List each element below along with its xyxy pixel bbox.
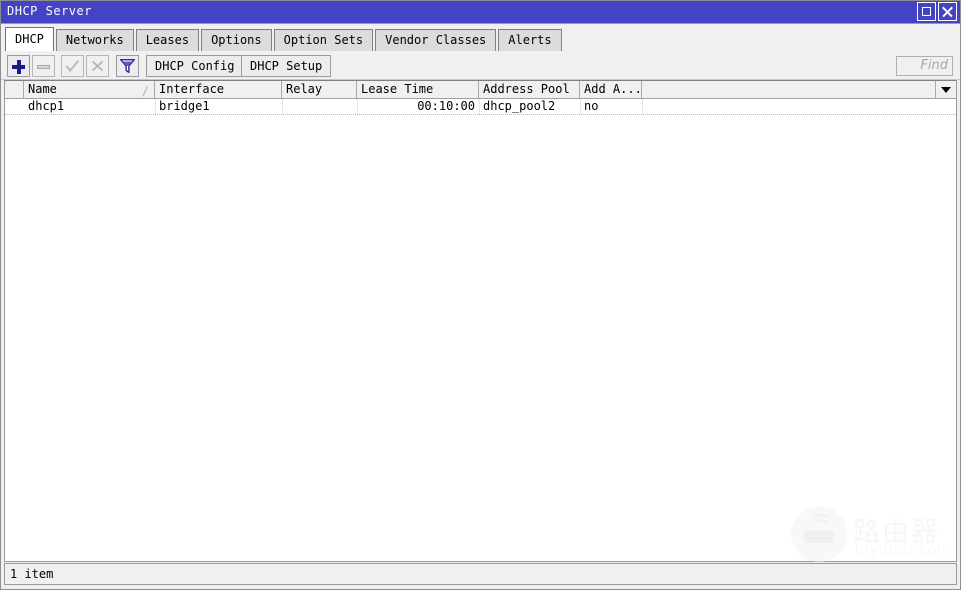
- table-header-row: Name / Interface Relay Lease Time Addres…: [5, 81, 956, 99]
- cell-add-arp: no: [584, 99, 599, 113]
- column-header-name-label: Name: [28, 82, 57, 96]
- tab-networks[interactable]: Networks: [55, 29, 134, 51]
- column-header-relay[interactable]: Relay: [282, 81, 357, 98]
- search-input[interactable]: Find: [896, 56, 953, 76]
- table-row[interactable]: dhcp1 bridge1 00:10:00 dhcp_pool2 no: [5, 99, 956, 115]
- tab-option-sets-label: Option Sets: [283, 33, 364, 47]
- tab-leases[interactable]: Leases: [135, 29, 200, 51]
- tab-alerts-label: Alerts: [508, 33, 552, 47]
- column-header-lease-time[interactable]: Lease Time: [357, 81, 479, 98]
- cell-address-pool: dhcp_pool2: [483, 99, 556, 113]
- row-separator: [5, 114, 956, 115]
- tab-vendor-classes-label: Vendor Classes: [385, 33, 487, 47]
- column-header-add-arp[interactable]: Add A...: [580, 81, 642, 98]
- window-controls: [917, 2, 957, 21]
- tab-list: DHCP Networks Leases Options Option Sets…: [5, 27, 564, 51]
- plus-icon: [8, 56, 29, 76]
- tab-alerts[interactable]: Alerts: [498, 29, 562, 51]
- cell-relay: [282, 99, 357, 115]
- tab-dhcp[interactable]: DHCP: [5, 27, 54, 51]
- maximize-icon: [922, 7, 931, 16]
- chevron-down-icon: [941, 87, 951, 93]
- tab-leases-label: Leases: [145, 33, 190, 47]
- check-icon: [65, 59, 80, 73]
- filter-button[interactable]: [116, 55, 139, 77]
- dhcp-server-window: DHCP Server DHCP Networks Leases Options…: [0, 0, 961, 590]
- column-header-address-pool[interactable]: Address Pool: [479, 81, 580, 98]
- table-body: dhcp1 bridge1 00:10:00 dhcp_pool2 no: [5, 99, 956, 115]
- tab-networks-label: Networks: [65, 33, 124, 47]
- tab-dhcp-label: DHCP: [15, 32, 44, 46]
- sort-ascending-icon: /: [141, 84, 149, 98]
- dhcp-server-table: Name / Interface Relay Lease Time Addres…: [4, 80, 957, 562]
- column-header-interface[interactable]: Interface: [155, 81, 282, 98]
- window-title: DHCP Server: [7, 4, 92, 18]
- cell-lease-time: 00:10:00: [417, 99, 475, 113]
- enable-button[interactable]: [61, 55, 84, 77]
- maximize-button[interactable]: [917, 2, 936, 21]
- remove-button[interactable]: [32, 55, 55, 77]
- toolbar: DHCP Config DHCP Setup Find: [0, 52, 961, 80]
- row-selector-header: [5, 81, 24, 98]
- dhcp-setup-button[interactable]: DHCP Setup: [241, 55, 332, 77]
- column-header-name[interactable]: Name /: [24, 81, 155, 98]
- dhcp-config-button[interactable]: DHCP Config: [146, 55, 244, 77]
- tab-options-label: Options: [211, 33, 262, 47]
- column-menu-button[interactable]: [935, 81, 956, 98]
- tab-option-sets[interactable]: Option Sets: [273, 29, 374, 51]
- cell-interface: bridge1: [159, 99, 210, 113]
- disable-button[interactable]: [86, 55, 109, 77]
- status-bar: 1 item: [4, 563, 957, 585]
- tab-strip: DHCP Networks Leases Options Option Sets…: [0, 24, 961, 52]
- minus-icon: [33, 56, 54, 76]
- column-header-filler: [642, 81, 935, 98]
- close-button[interactable]: [938, 2, 957, 21]
- tab-vendor-classes[interactable]: Vendor Classes: [375, 29, 497, 51]
- title-bar: DHCP Server: [0, 0, 961, 24]
- cell-name: dhcp1: [28, 99, 65, 113]
- cross-icon: [91, 60, 104, 72]
- tab-options[interactable]: Options: [201, 29, 272, 51]
- funnel-icon: [120, 58, 135, 74]
- add-button[interactable]: [7, 55, 30, 77]
